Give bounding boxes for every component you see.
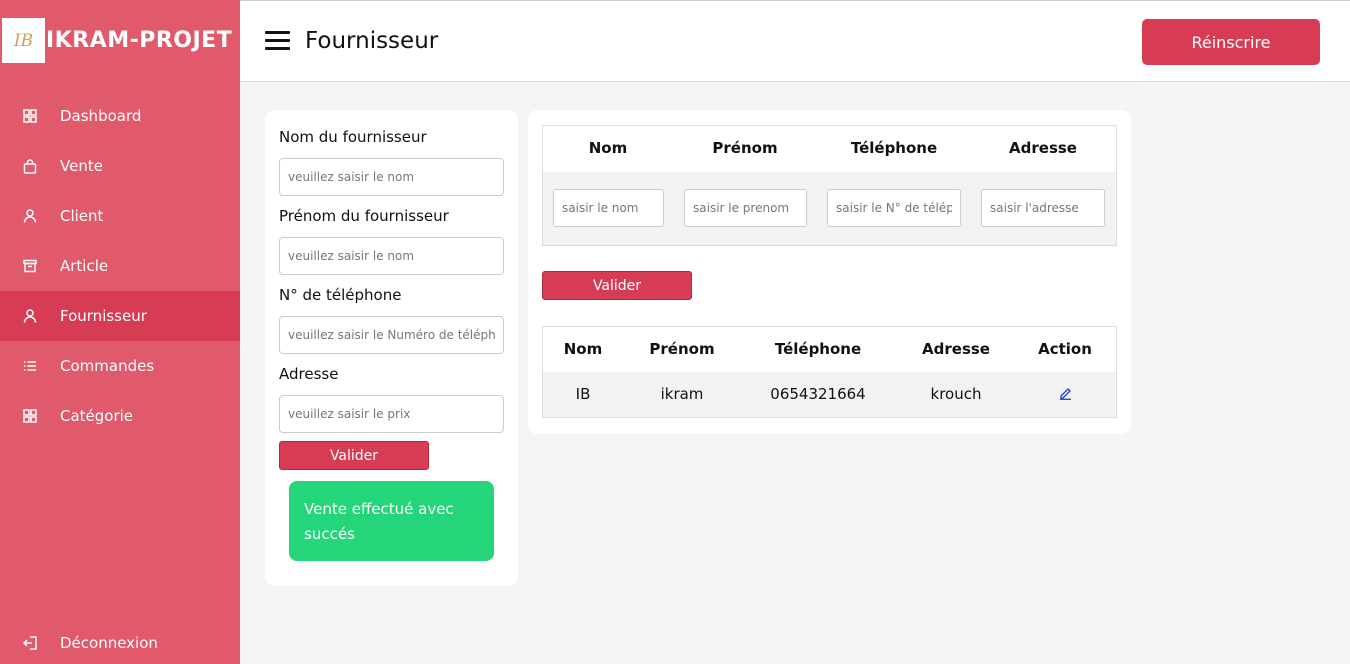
cell-nom: IB bbox=[575, 385, 591, 403]
filter-submit-button[interactable]: Valider bbox=[542, 271, 692, 300]
logo-text: IB bbox=[13, 30, 34, 51]
results-header-action: Action bbox=[1038, 340, 1092, 358]
brand-title: IKRAM-PROJET bbox=[46, 28, 233, 53]
filter-header-row: Nom Prénom Téléphone Adresse bbox=[543, 126, 1116, 172]
sidebar-item-label: Article bbox=[60, 257, 109, 275]
nom-label: Nom du fournisseur bbox=[279, 128, 427, 146]
sidebar-item-label: Fournisseur bbox=[60, 307, 147, 325]
filter-header-nom: Nom bbox=[588, 139, 628, 157]
sidebar-item-label: Commandes bbox=[60, 357, 155, 375]
logout-label: Déconnexion bbox=[60, 634, 158, 652]
prenom-input[interactable] bbox=[279, 237, 504, 275]
filter-prenom-input[interactable] bbox=[684, 189, 807, 227]
menu-icon[interactable] bbox=[265, 31, 290, 51]
sidebar-item-dashboard[interactable]: Dashboard bbox=[0, 91, 240, 141]
adresse-input[interactable] bbox=[279, 395, 504, 433]
cell-telephone: 0654321664 bbox=[770, 385, 866, 403]
page-title: Fournisseur bbox=[305, 28, 439, 54]
user-icon bbox=[22, 308, 38, 324]
table-row: IB ikram 0654321664 krouch bbox=[543, 372, 1116, 417]
results-header-adresse: Adresse bbox=[922, 340, 990, 358]
nom-input[interactable] bbox=[279, 158, 504, 196]
results-header-row: Nom Prénom Téléphone Adresse Action bbox=[543, 327, 1116, 372]
supplier-table-card: Nom Prénom Téléphone Adresse Valider Nom… bbox=[528, 110, 1131, 434]
sidebar-item-commandes[interactable]: Commandes bbox=[0, 341, 240, 391]
list-icon bbox=[22, 358, 38, 374]
sidebar-item-client[interactable]: Client bbox=[0, 191, 240, 241]
adresse-label: Adresse bbox=[279, 365, 339, 383]
logout-button[interactable]: Déconnexion bbox=[0, 618, 240, 664]
telephone-label: N° de téléphone bbox=[279, 286, 402, 304]
sidebar-item-article[interactable]: Article bbox=[0, 241, 240, 291]
success-alert: Vente effectué avec succés bbox=[289, 481, 494, 561]
sidebar-item-label: Client bbox=[60, 207, 104, 225]
results-header-telephone: Téléphone bbox=[774, 340, 862, 358]
cell-adresse: krouch bbox=[930, 385, 982, 403]
sidebar-item-vente[interactable]: Vente bbox=[0, 141, 240, 191]
telephone-input[interactable] bbox=[279, 316, 504, 354]
sidebar-item-fournisseur[interactable]: Fournisseur bbox=[0, 291, 240, 341]
grid-icon bbox=[22, 108, 38, 124]
supplier-form-card: Nom du fournisseur Prénom du fournisseur… bbox=[265, 110, 518, 586]
reinscrire-button[interactable]: Réinscrire bbox=[1142, 19, 1320, 65]
results-header-prenom: Prénom bbox=[649, 340, 715, 358]
sidebar-item-label: Dashboard bbox=[60, 107, 142, 125]
prenom-label: Prénom du fournisseur bbox=[279, 207, 449, 225]
logout-icon bbox=[22, 635, 38, 651]
top-header: Fournisseur Réinscrire bbox=[240, 0, 1350, 82]
edit-icon[interactable] bbox=[1059, 385, 1072, 404]
user-icon bbox=[22, 208, 38, 224]
brand-logo: IB bbox=[2, 18, 45, 63]
filter-table: Nom Prénom Téléphone Adresse bbox=[542, 125, 1117, 246]
results-table: Nom Prénom Téléphone Adresse Action IB i… bbox=[542, 326, 1117, 418]
filter-nom-input[interactable] bbox=[553, 189, 664, 227]
sidebar-item-label: Vente bbox=[60, 157, 103, 175]
sidebar-item-categorie[interactable]: Catégorie bbox=[0, 391, 240, 441]
archive-icon bbox=[22, 258, 38, 274]
filter-adresse-input[interactable] bbox=[981, 189, 1105, 227]
filter-header-adresse: Adresse bbox=[1009, 139, 1077, 157]
filter-header-prenom: Prénom bbox=[712, 139, 778, 157]
grid-icon bbox=[22, 408, 38, 424]
form-submit-button[interactable]: Valider bbox=[279, 441, 429, 470]
sidebar-item-label: Catégorie bbox=[60, 407, 134, 425]
filter-header-telephone: Téléphone bbox=[850, 139, 938, 157]
shopping-bag-icon bbox=[22, 158, 38, 174]
results-header-nom: Nom bbox=[563, 340, 603, 358]
cell-prenom: ikram bbox=[660, 385, 704, 403]
filter-telephone-input[interactable] bbox=[827, 189, 961, 227]
brand: IB IKRAM-PROJET bbox=[0, 0, 240, 82]
sidebar: IB IKRAM-PROJET Dashboard Vente Client A… bbox=[0, 0, 240, 664]
